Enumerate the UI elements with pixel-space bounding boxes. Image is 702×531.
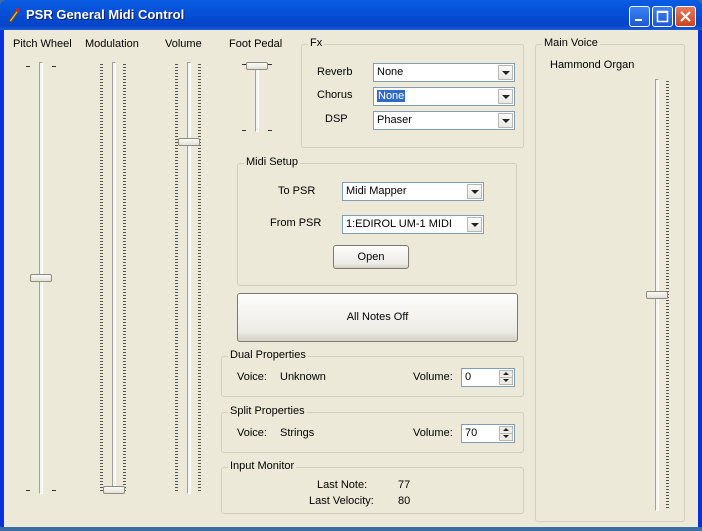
tick-mark: [52, 490, 56, 491]
tick-mark: [52, 66, 56, 67]
dual-voice-label: Voice:: [237, 371, 267, 383]
open-button[interactable]: Open: [333, 245, 409, 269]
dual-voice-value: Unknown: [280, 371, 326, 383]
dsp-value: Phaser: [377, 114, 412, 126]
to-psr-label: To PSR: [278, 185, 316, 197]
tick-mark: [26, 66, 30, 67]
slider-thumb[interactable]: [646, 291, 668, 299]
from-psr-label: From PSR: [270, 217, 322, 229]
dual-volume-stepper[interactable]: 0: [461, 368, 515, 387]
fx-group: Fx Reverb None Chorus None DSP Phaser: [301, 37, 524, 148]
slider-thumb[interactable]: [103, 486, 125, 494]
app-icon: [8, 8, 20, 23]
from-psr-value: 1:EDIROL UM-1 MIDI: [346, 218, 452, 230]
tick-mark: [268, 64, 272, 65]
slider-ticks: [175, 64, 178, 492]
split-voice-value: Strings: [280, 427, 315, 439]
split-volume-stepper[interactable]: 70: [461, 424, 515, 443]
chevron-down-icon[interactable]: [498, 113, 513, 128]
slider-track: [255, 62, 259, 132]
split-properties-group: Split Properties Voice: Strings Volume: …: [221, 405, 524, 453]
pitch-wheel-slider[interactable]: [26, 60, 56, 496]
slider-ticks: [100, 64, 103, 492]
volume-slider[interactable]: [174, 60, 204, 496]
maximize-button[interactable]: [652, 6, 673, 27]
midi-setup-title: Midi Setup: [244, 156, 300, 168]
foot-pedal-label: Foot Pedal: [229, 38, 283, 50]
input-monitor-title: Input Monitor: [228, 460, 297, 472]
main-voice-name: Hammond Organ: [550, 59, 635, 71]
app-window: PSR General Midi Control Pitch Wheel Mod…: [0, 0, 702, 531]
slider-thumb[interactable]: [30, 274, 52, 282]
slider-track: [112, 62, 116, 494]
foot-pedal-slider[interactable]: [242, 60, 272, 134]
slider-thumb[interactable]: [178, 138, 200, 147]
from-psr-select[interactable]: 1:EDIROL UM-1 MIDI: [342, 215, 484, 234]
chorus-label: Chorus: [317, 89, 353, 101]
slider-ticks: [123, 64, 126, 492]
reverb-label: Reverb: [317, 66, 353, 78]
tick-mark: [242, 130, 246, 131]
main-voice-title: Main Voice: [542, 37, 600, 49]
chevron-down-icon[interactable]: [467, 184, 482, 199]
chevron-down-icon[interactable]: [498, 89, 513, 104]
dual-volume-label: Volume:: [413, 371, 453, 383]
all-notes-off-button[interactable]: All Notes Off: [237, 293, 518, 342]
dual-volume-value: 0: [465, 371, 472, 383]
minimize-icon: [635, 19, 642, 21]
minimize-button[interactable]: [629, 6, 650, 27]
chevron-down-icon[interactable]: [499, 433, 513, 441]
midi-setup-group: Midi Setup To PSR Midi Mapper From PSR 1…: [237, 156, 517, 286]
last-note-value: 77: [398, 479, 411, 491]
close-button[interactable]: [675, 6, 696, 27]
chevron-down-icon[interactable]: [498, 65, 513, 80]
client-area: Pitch Wheel Modulation Volume Foot Pedal: [4, 30, 698, 527]
slider-thumb[interactable]: [246, 62, 268, 70]
modulation-slider[interactable]: [99, 60, 129, 496]
slider-ticks: [198, 64, 201, 492]
slider-track: [187, 62, 191, 494]
split-volume-value: 70: [465, 427, 478, 439]
last-velocity-value: 80: [398, 495, 411, 507]
maximize-icon: [656, 10, 669, 23]
dsp-select[interactable]: Phaser: [373, 111, 515, 130]
last-velocity-label: Last Velocity:: [309, 495, 374, 507]
last-note-label: Last Note:: [317, 479, 368, 491]
reverb-select[interactable]: None: [373, 63, 515, 82]
main-voice-group: Main Voice Hammond Organ: [535, 37, 685, 522]
dsp-label: DSP: [325, 113, 348, 125]
pitch-wheel-label: Pitch Wheel: [13, 38, 72, 50]
reverb-value: None: [377, 66, 404, 78]
close-icon: [680, 11, 691, 22]
main-voice-slider[interactable]: [642, 77, 672, 513]
to-psr-value: Midi Mapper: [346, 185, 407, 197]
dual-properties-title: Dual Properties: [228, 349, 308, 361]
chorus-value: None: [377, 90, 406, 102]
tick-mark: [268, 130, 272, 131]
volume-label: Volume: [165, 38, 202, 50]
desktop-strip: [0, 527, 702, 531]
modulation-label: Modulation: [85, 38, 139, 50]
split-voice-label: Voice:: [237, 427, 267, 439]
chevron-down-icon[interactable]: [467, 217, 482, 232]
chevron-down-icon[interactable]: [499, 377, 513, 385]
tick-mark: [26, 490, 30, 491]
split-properties-title: Split Properties: [228, 405, 307, 417]
fx-group-title: Fx: [308, 37, 325, 49]
dual-properties-group: Dual Properties Voice: Unknown Volume: 0: [221, 349, 524, 397]
chorus-select[interactable]: None: [373, 87, 515, 106]
split-volume-label: Volume:: [413, 427, 453, 439]
window-title: PSR General Midi Control: [26, 7, 185, 22]
title-bar[interactable]: PSR General Midi Control: [0, 0, 702, 30]
input-monitor-group: Input Monitor Last Note: 77 Last Velocit…: [221, 460, 524, 514]
to-psr-select[interactable]: Midi Mapper: [342, 182, 484, 201]
